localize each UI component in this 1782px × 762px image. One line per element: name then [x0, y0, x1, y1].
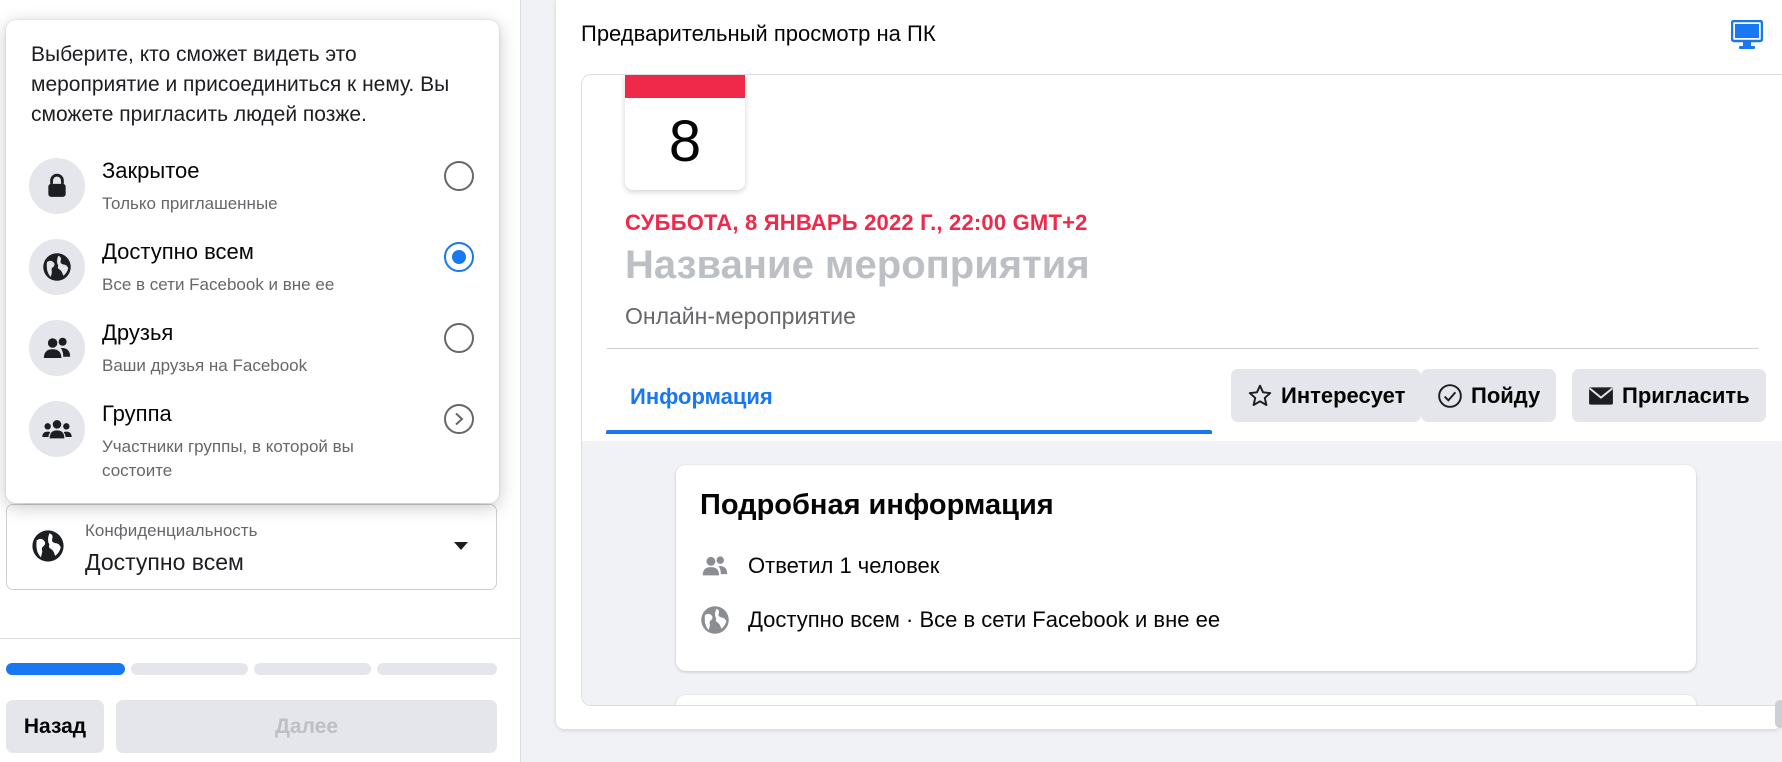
option-title: Друзья [102, 320, 174, 345]
privacy-option-private[interactable]: Закрытое Только приглашенные [6, 158, 499, 238]
envelope-icon [1589, 386, 1613, 405]
option-description: Ваши друзья на Facebook [102, 356, 308, 375]
globe-icon [32, 530, 64, 562]
lock-icon [29, 158, 85, 214]
friends-icon [29, 320, 85, 376]
option-description: Только приглашенные [102, 194, 278, 213]
desktop-preview-panel: Предварительный просмотр на ПК 8 СУББОТА… [556, 0, 1782, 729]
privacy-row: Доступно всем · Все в сети Facebook и вн… [700, 603, 1220, 637]
tab-info[interactable]: Информация [606, 367, 1212, 434]
check-circle-icon [1438, 383, 1462, 408]
tab-info-label: Информация [630, 384, 773, 409]
going-label: Пойду [1471, 382, 1541, 408]
privacy-field-label: Конфиденциальность [85, 521, 258, 540]
privacy-row-text: Доступно всем · Все в сети Facebook и вн… [748, 607, 1221, 632]
details-title: Подробная информация [700, 489, 1054, 521]
preview-title: Предварительный просмотр на ПК [581, 21, 936, 46]
scrollbar-thumb[interactable] [1775, 700, 1782, 728]
event-date: СУББОТА, 8 ЯНВАРЬ 2022 Г., 22:00 GMT+2 [625, 210, 1088, 235]
event-preview: 8 СУББОТА, 8 ЯНВАРЬ 2022 Г., 22:00 GMT+2… [581, 74, 1782, 706]
responded-row: Ответил 1 человек [700, 549, 939, 583]
globe-icon [29, 239, 85, 295]
radio-private[interactable] [444, 161, 474, 191]
back-button[interactable]: Назад [6, 700, 104, 753]
divider [607, 348, 1758, 349]
radio-friends[interactable] [444, 323, 474, 353]
interested-label: Интересует [1281, 382, 1406, 408]
chevron-right-icon[interactable] [444, 404, 474, 434]
caret-down-icon [454, 542, 468, 550]
people-icon [702, 556, 728, 576]
invite-label: Пригласить [1622, 382, 1750, 408]
event-name: Название мероприятия [625, 243, 1090, 287]
group-icon [29, 401, 85, 457]
calendar-day: 8 [668, 109, 702, 174]
privacy-field-value: Доступно всем [85, 549, 244, 575]
progress-step-4 [377, 663, 497, 675]
privacy-option-public[interactable]: Доступно всем Все в сети Facebook и вне … [6, 239, 499, 319]
divider [0, 638, 521, 639]
responded-text: Ответил 1 человек [748, 553, 940, 578]
option-title: Группа [102, 401, 172, 426]
invite-button[interactable]: Пригласить [1572, 369, 1766, 422]
desktop-icon[interactable] [1731, 20, 1763, 50]
option-description: Все в сети Facebook и вне ее [102, 275, 335, 294]
star-icon [1248, 384, 1272, 406]
privacy-option-group[interactable]: Группа Участники группы, в которой вы со… [6, 401, 499, 481]
privacy-dropdown: Выберите, кто сможет видеть это мероприя… [6, 20, 499, 503]
progress-step-3 [254, 663, 371, 675]
event-type: Онлайн-мероприятие [625, 303, 856, 329]
tab-active-indicator [606, 430, 1212, 434]
progress-step-1 [6, 663, 125, 675]
going-button[interactable]: Пойду [1421, 369, 1557, 422]
next-button[interactable]: Далее [116, 700, 497, 753]
option-title: Доступно всем [102, 239, 254, 264]
interested-button[interactable]: Интересует [1231, 369, 1422, 422]
globe-icon [701, 606, 729, 634]
privacy-intro-text: Выберите, кто сможет видеть это мероприя… [31, 43, 450, 126]
secondary-card [676, 695, 1696, 705]
details-card: Подробная информация Ответил 1 человек Д… [676, 465, 1696, 671]
option-description: Участники группы, в которой вы состоите [102, 437, 354, 480]
radio-public[interactable] [444, 242, 474, 272]
calendar-header [625, 75, 745, 98]
privacy-option-friends[interactable]: Друзья Ваши друзья на Facebook [6, 320, 499, 400]
calendar-badge: 8 [625, 75, 745, 190]
option-title: Закрытое [102, 158, 200, 183]
progress-step-2 [131, 663, 248, 675]
privacy-select[interactable]: Конфиденциальность Доступно всем [6, 504, 497, 590]
